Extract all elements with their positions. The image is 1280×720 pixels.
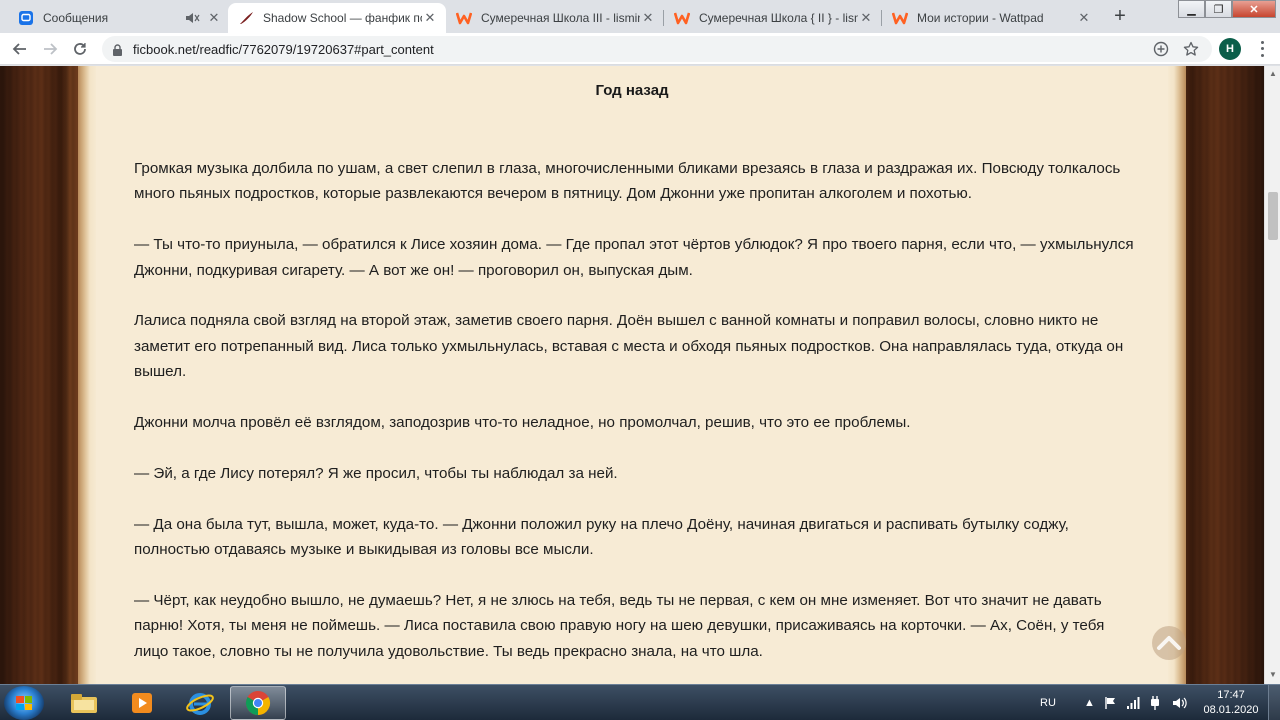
power-plug-icon[interactable]	[1148, 685, 1162, 720]
tab-title: Shadow School — фанфик по ф	[263, 11, 422, 25]
scroll-down-arrow-icon[interactable]: ▼	[1269, 671, 1277, 679]
tab-title: Сообщения	[43, 11, 109, 25]
tab-ficbook[interactable]: Shadow School — фанфик по ф ✕	[228, 3, 446, 33]
scroll-to-top-button[interactable]	[1152, 626, 1186, 660]
chapter-heading: Год назад	[595, 82, 669, 99]
tab-strip: Сообщения ✕ Shadow School — фанфик по ф …	[0, 0, 1280, 33]
windows-taskbar: RU ▲ 17:47 08.01.2020	[0, 684, 1280, 720]
tab-title: Мои истории - Wattpad	[917, 11, 1044, 25]
mute-icon[interactable]	[184, 10, 200, 26]
paragraph: — Ты что-то приуныла, — обратился к Лисе…	[134, 236, 1134, 279]
messages-icon	[18, 10, 34, 26]
media-player-icon	[132, 693, 152, 713]
page-scrollbar[interactable]: ▲ ▼	[1264, 66, 1280, 684]
chrome-icon	[245, 691, 271, 715]
network-signal-icon[interactable]	[1126, 685, 1140, 720]
minimize-icon[interactable]: ▁	[1178, 0, 1205, 18]
address-bar[interactable]: ficbook.net/readfic/7762079/19720637#par…	[102, 36, 1212, 62]
menu-dots-icon[interactable]	[1254, 39, 1270, 59]
close-icon[interactable]: ✕	[422, 10, 438, 26]
url-text[interactable]: ficbook.net/readfic/7762079/19720637#par…	[133, 42, 434, 57]
close-icon[interactable]: ✕	[206, 10, 222, 26]
internet-explorer-taskbar-button[interactable]	[172, 686, 228, 720]
page-viewport: Год назад Громкая музыка долбила по ушам…	[0, 66, 1280, 684]
tab-title: Сумеречная Школа { II } - lismi	[699, 11, 858, 25]
back-arrow-icon[interactable]	[8, 37, 32, 61]
wattpad-icon	[674, 10, 690, 26]
tab-wattpad-2[interactable]: Сумеречная Школа { II } - lismi ✕	[664, 3, 882, 33]
chapter-text: Громкая музыка долбила по ушам, а свет с…	[134, 156, 1134, 684]
volume-icon[interactable]	[1172, 685, 1188, 720]
chapter-content: Год назад Громкая музыка долбила по ушам…	[96, 66, 1168, 684]
wattpad-icon	[456, 10, 472, 26]
close-icon[interactable]: ✕	[640, 10, 656, 26]
tab-messages[interactable]: Сообщения ✕	[8, 3, 230, 33]
forward-arrow-icon[interactable]	[38, 37, 62, 61]
clock-date: 08.01.2020	[1203, 704, 1259, 716]
paragraph: — Чёрт, как неудобно вышло, не думаешь? …	[134, 591, 1105, 660]
windows-logo-icon	[16, 696, 32, 710]
start-button[interactable]	[4, 686, 44, 720]
window-controls: ▁ ❐ ✕	[1178, 0, 1276, 20]
paragraph: — Эй, а где Лису потерял? Я же просил, ч…	[134, 464, 618, 482]
new-tab-button[interactable]: +	[1106, 4, 1134, 28]
clock-time: 17:47	[1217, 689, 1245, 701]
internet-explorer-icon	[186, 693, 214, 715]
chevron-up-icon	[1157, 636, 1181, 650]
restore-icon[interactable]: ❐	[1205, 0, 1232, 18]
folder-icon	[71, 694, 97, 713]
close-window-icon[interactable]: ✕	[1232, 0, 1276, 18]
paragraph: — Да она была тут, вышла, может, куда-то…	[134, 515, 1069, 559]
chrome-taskbar-button[interactable]	[230, 686, 286, 720]
lock-icon[interactable]	[112, 43, 123, 56]
paragraph: Джонни молча провёл её взглядом, заподоз…	[134, 414, 911, 432]
paragraph: Лалиса подняла свой взгляд на второй эта…	[134, 312, 1124, 381]
close-icon[interactable]: ✕	[1076, 10, 1092, 26]
close-icon[interactable]: ✕	[858, 10, 874, 26]
tab-wattpad-3[interactable]: Сумеречная Школа III - lisminc ✕	[446, 3, 664, 33]
scroll-up-arrow-icon[interactable]: ▲	[1269, 70, 1277, 78]
system-clock[interactable]: 17:47 08.01.2020	[1200, 688, 1262, 718]
scrollbar-thumb[interactable]	[1268, 192, 1278, 240]
explorer-taskbar-button[interactable]	[56, 686, 112, 720]
profile-avatar[interactable]: H	[1219, 38, 1241, 60]
tab-my-stories[interactable]: Мои истории - Wattpad ✕	[882, 3, 1100, 33]
add-circle-icon[interactable]	[1152, 40, 1170, 58]
wattpad-icon	[892, 10, 908, 26]
show-desktop-button[interactable]	[1268, 685, 1280, 720]
tab-title: Сумеречная Школа III - lisminc	[481, 11, 640, 25]
bookmark-star-icon[interactable]	[1182, 40, 1200, 58]
show-hidden-icons-icon[interactable]: ▲	[1084, 685, 1095, 720]
browser-toolbar: ficbook.net/readfic/7762079/19720637#par…	[0, 33, 1280, 65]
paragraph: Громкая музыка долбила по ушам, а свет с…	[134, 160, 1121, 203]
action-center-flag-icon[interactable]	[1104, 685, 1118, 720]
language-indicator[interactable]: RU	[1040, 685, 1056, 720]
media-player-taskbar-button[interactable]	[114, 686, 170, 720]
ficbook-feather-icon	[238, 10, 254, 26]
reload-icon[interactable]	[68, 37, 92, 61]
